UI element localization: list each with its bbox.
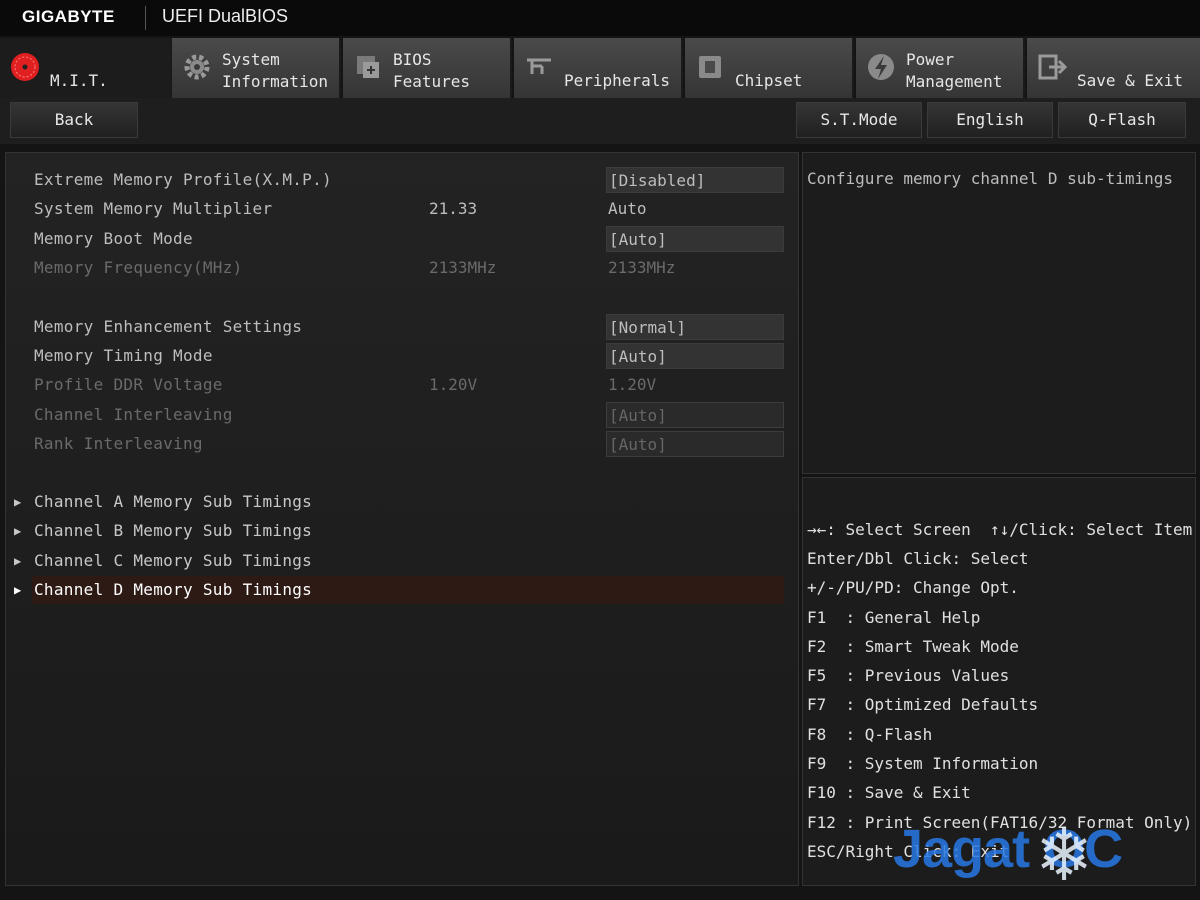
setting-label: Memory Boot Mode bbox=[34, 229, 193, 248]
bios-chip-icon bbox=[357, 56, 379, 78]
title-bar: GIGABYTE UEFI DualBIOS bbox=[0, 0, 1200, 36]
setting-value[interactable]: [Auto] bbox=[606, 343, 784, 369]
submenu-label: Channel D Memory Sub Timings bbox=[34, 580, 313, 599]
tab-save-exit[interactable]: Save & Exit bbox=[1027, 38, 1200, 98]
submenu-label: Channel C Memory Sub Timings bbox=[34, 551, 313, 570]
tab-peripherals[interactable]: Peripherals bbox=[514, 38, 683, 98]
exit-icon bbox=[1038, 54, 1067, 80]
tab-label: Save & Exit bbox=[1077, 71, 1183, 90]
key-legend-line: F9 : System Information bbox=[807, 754, 1039, 773]
setting-value: 2133MHz bbox=[608, 258, 676, 277]
back-button[interactable]: Back bbox=[10, 102, 138, 138]
tab-power-management[interactable]: Power Management bbox=[856, 38, 1025, 98]
key-legend-line: F7 : Optimized Defaults bbox=[807, 695, 1039, 714]
main-tabs: M.I.T. System Information BIOS Features … bbox=[0, 38, 1200, 98]
setting-label: Profile DDR Voltage bbox=[34, 375, 223, 394]
submenu-arrow-icon: ▶ bbox=[14, 583, 22, 597]
brand-logo: GIGABYTE bbox=[22, 7, 115, 26]
key-legend-line: F10 : Save & Exit bbox=[807, 783, 971, 802]
setting-label: Memory Enhancement Settings bbox=[34, 317, 303, 336]
setting-value: [Auto] bbox=[606, 402, 784, 428]
tab-label: M.I.T. bbox=[50, 71, 108, 90]
submenu-channel-d[interactable]: ▶ Channel D Memory Sub Timings bbox=[14, 576, 784, 604]
tab-bios-features[interactable]: BIOS Features bbox=[343, 38, 512, 98]
submenu-arrow-icon: ▶ bbox=[14, 524, 22, 538]
language-button[interactable]: English bbox=[927, 102, 1053, 138]
settings-panel: Extreme Memory Profile(X.M.P.) [Disabled… bbox=[5, 152, 799, 886]
key-legend-line: F2 : Smart Tweak Mode bbox=[807, 637, 1019, 656]
submenu-channel-c[interactable]: ▶ Channel C Memory Sub Timings bbox=[14, 547, 784, 575]
setting-label: System Memory Multiplier bbox=[34, 199, 273, 218]
key-legend-line: F8 : Q-Flash bbox=[807, 725, 933, 744]
sub-toolbar: Back S.T.Mode English Q-Flash bbox=[0, 98, 1200, 144]
setting-memory-enhancement[interactable]: Memory Enhancement Settings [Normal] bbox=[34, 314, 784, 340]
submenu-label: Channel A Memory Sub Timings bbox=[34, 492, 313, 511]
setting-memory-timing-mode[interactable]: Memory Timing Mode [Auto] bbox=[34, 343, 784, 369]
tab-mit[interactable]: M.I.T. bbox=[0, 38, 172, 98]
setting-current-value: 1.20V bbox=[429, 375, 478, 394]
key-legend-line: →←: Select Screen ↑↓/Click: Select Item bbox=[807, 520, 1193, 539]
tab-label: Peripherals bbox=[564, 71, 670, 90]
setting-current-value: 2133MHz bbox=[429, 258, 497, 277]
power-icon bbox=[868, 54, 894, 80]
tab-label: Chipset bbox=[735, 71, 803, 90]
peripherals-icon bbox=[527, 58, 551, 74]
key-legend-line: Enter/Dbl Click: Select bbox=[807, 549, 1029, 568]
setting-value: [Auto] bbox=[606, 431, 784, 457]
submenu-channel-b[interactable]: ▶ Channel B Memory Sub Timings bbox=[14, 517, 784, 545]
setting-memory-frequency: Memory Frequency(MHz) 2133MHz 2133MHz bbox=[34, 255, 784, 281]
setting-memory-boot-mode[interactable]: Memory Boot Mode [Auto] bbox=[34, 226, 784, 252]
key-legend-line: F1 : General Help bbox=[807, 608, 981, 627]
setting-value[interactable]: [Normal] bbox=[606, 314, 784, 340]
help-panel: Configure memory channel D sub-timings bbox=[802, 152, 1196, 474]
setting-system-memory-multiplier[interactable]: System Memory Multiplier 21.33 Auto bbox=[34, 196, 784, 222]
setting-rank-interleaving: Rank Interleaving [Auto] bbox=[34, 431, 784, 457]
setting-xmp[interactable]: Extreme Memory Profile(X.M.P.) [Disabled… bbox=[34, 167, 784, 193]
setting-current-value: 21.33 bbox=[429, 199, 478, 218]
product-name: UEFI DualBIOS bbox=[162, 6, 289, 26]
setting-label: Memory Frequency(MHz) bbox=[34, 258, 243, 277]
submenu-channel-a[interactable]: ▶ Channel A Memory Sub Timings bbox=[14, 488, 784, 516]
tab-system-information[interactable]: System Information bbox=[172, 38, 341, 98]
setting-label: Channel Interleaving bbox=[34, 405, 233, 424]
submenu-arrow-icon: ▶ bbox=[14, 554, 22, 568]
setting-label: Extreme Memory Profile(X.M.P.) bbox=[34, 170, 332, 189]
submenu-label: Channel B Memory Sub Timings bbox=[34, 521, 313, 540]
st-mode-button[interactable]: S.T.Mode bbox=[796, 102, 922, 138]
key-legend-line: F5 : Previous Values bbox=[807, 666, 1010, 685]
setting-label: Rank Interleaving bbox=[34, 434, 203, 453]
setting-label: Memory Timing Mode bbox=[34, 346, 213, 365]
chipset-icon bbox=[699, 56, 721, 78]
setting-value[interactable]: [Auto] bbox=[606, 226, 784, 252]
tab-label: Power Management bbox=[906, 50, 1003, 91]
gear-icon bbox=[184, 54, 210, 80]
snowflake-icon: ❄ bbox=[1040, 806, 1089, 899]
key-legend-line: +/-/PU/PD: Change Opt. bbox=[807, 578, 1019, 597]
submenu-arrow-icon: ▶ bbox=[14, 495, 22, 509]
setting-profile-ddr-voltage: Profile DDR Voltage 1.20V 1.20V bbox=[34, 372, 784, 398]
q-flash-button[interactable]: Q-Flash bbox=[1058, 102, 1186, 138]
tab-label: BIOS Features bbox=[393, 50, 471, 91]
mit-gauge-icon bbox=[11, 53, 39, 81]
tab-chipset[interactable]: Chipset bbox=[685, 38, 854, 98]
tab-label: System Information bbox=[222, 50, 328, 91]
title-divider bbox=[145, 6, 146, 30]
setting-value: 1.20V bbox=[608, 375, 657, 394]
setting-value[interactable]: Auto bbox=[606, 196, 784, 222]
setting-channel-interleaving: Channel Interleaving [Auto] bbox=[34, 402, 784, 428]
setting-value[interactable]: [Disabled] bbox=[606, 167, 784, 193]
help-description: Configure memory channel D sub-timings bbox=[807, 169, 1174, 188]
